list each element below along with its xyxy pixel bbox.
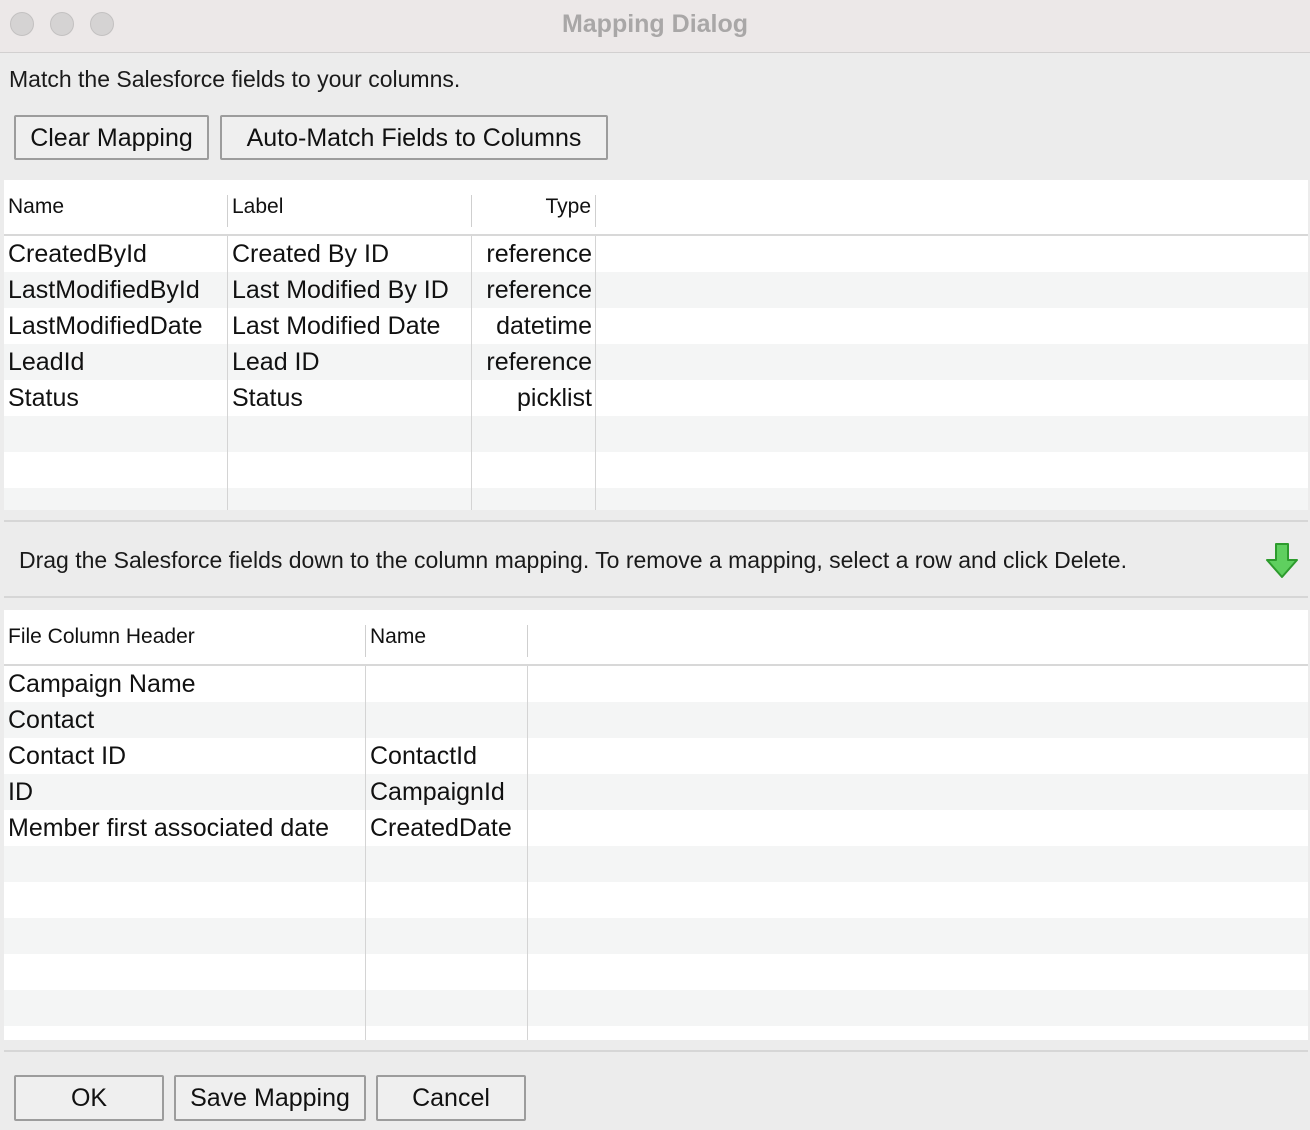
- cancel-button[interactable]: Cancel: [376, 1075, 526, 1121]
- field-row[interactable]: Status Status picklist: [4, 380, 1308, 416]
- instructions-text: Match the Salesforce fields to your colu…: [9, 66, 461, 92]
- mapped-field-cell: CampaignId: [370, 778, 505, 806]
- field-row[interactable]: [4, 452, 1308, 488]
- field-name-cell: Status: [8, 384, 79, 412]
- column-header-file-column[interactable]: File Column Header: [4, 625, 366, 657]
- field-name-cell: LeadId: [8, 348, 85, 376]
- field-row[interactable]: [4, 488, 1308, 510]
- mapped-field-cell: [366, 702, 528, 738]
- field-row[interactable]: LastModifiedById Last Modified By ID refer…: [4, 272, 1308, 308]
- column-header-label[interactable]: Label: [228, 195, 472, 227]
- field-label-cell: Last Modified Date: [232, 312, 441, 340]
- field-type-cell: datetime: [496, 312, 592, 340]
- drag-instructions-text: Drag the Salesforce fields down to the c…: [19, 547, 1127, 573]
- field-type-cell: picklist: [516, 384, 592, 412]
- field-name-cell: LastModifiedDate: [8, 312, 203, 340]
- column-divider: [227, 236, 228, 510]
- field-name-cell: LastModifiedById: [8, 276, 200, 304]
- file-column-cell: ID: [8, 778, 33, 806]
- mapping-row[interactable]: ID CampaignId: [4, 774, 1308, 810]
- mapping-row[interactable]: Campaign Name: [4, 666, 1308, 702]
- mapping-row[interactable]: [4, 954, 1308, 990]
- field-label-cell: Status: [232, 384, 303, 412]
- divider: [4, 1050, 1308, 1052]
- field-row[interactable]: LeadId Lead ID reference: [4, 344, 1308, 380]
- mapping-row[interactable]: Contact ID ContactId: [4, 738, 1308, 774]
- title-bar: Mapping Dialog: [0, 0, 1310, 53]
- auto-match-button[interactable]: Auto-Match Fields to Columns: [220, 115, 608, 160]
- salesforce-fields-table: Name Label Type CreatedById Created By ID…: [4, 180, 1308, 510]
- field-label-cell: Last Modified By ID: [232, 276, 449, 304]
- ok-button[interactable]: OK: [14, 1075, 164, 1121]
- divider: [4, 596, 1308, 598]
- mapped-field-cell: ContactId: [370, 742, 478, 770]
- mapping-row[interactable]: [4, 1026, 1308, 1040]
- field-type-cell: reference: [486, 348, 592, 376]
- field-label-cell: Created By ID: [232, 240, 390, 268]
- column-divider: [471, 236, 472, 510]
- mapped-field-cell: [366, 666, 528, 702]
- field-type-cell: reference: [486, 276, 592, 304]
- mapping-table-header: File Column Header Name: [4, 610, 1308, 666]
- fields-table-header: Name Label Type: [4, 180, 1308, 236]
- mapping-row[interactable]: Member first associated date CreatedDate: [4, 810, 1308, 846]
- clear-mapping-button[interactable]: Clear Mapping: [14, 115, 209, 160]
- column-divider: [595, 236, 596, 510]
- file-column-cell: Member first associated date: [8, 814, 329, 842]
- column-header-type[interactable]: Type: [472, 195, 596, 227]
- divider: [4, 520, 1308, 522]
- field-row[interactable]: [4, 416, 1308, 452]
- field-row[interactable]: LastModifiedDate Last Modified Date dateti…: [4, 308, 1308, 344]
- column-header-name[interactable]: Name: [4, 195, 228, 227]
- field-name-cell: CreatedById: [8, 240, 147, 268]
- field-row[interactable]: CreatedById Created By ID reference: [4, 236, 1308, 272]
- column-mapping-table: File Column Header Name Campaign Name Con…: [4, 610, 1308, 1040]
- column-divider: [527, 666, 528, 1040]
- window-title: Mapping Dialog: [561, 10, 749, 38]
- field-label-cell: Lead ID: [232, 348, 320, 376]
- mapped-field-cell: CreatedDate: [370, 814, 512, 842]
- mapping-row[interactable]: Contact: [4, 702, 1308, 738]
- field-type-cell: reference: [486, 240, 592, 268]
- save-mapping-button[interactable]: Save Mapping: [174, 1075, 366, 1121]
- mapping-table-body: Campaign Name Contact Contact ID ContactId I…: [4, 666, 1308, 1040]
- file-column-cell: Contact: [8, 706, 95, 734]
- column-divider: [365, 666, 366, 1040]
- file-column-cell: Contact ID: [8, 742, 127, 770]
- green-down-arrow-icon: [1266, 543, 1298, 578]
- column-header-mapped-name[interactable]: Name: [366, 625, 528, 657]
- file-column-cell: Campaign Name: [8, 670, 196, 698]
- mapping-row[interactable]: [4, 918, 1308, 954]
- mapping-row[interactable]: [4, 846, 1308, 882]
- mapping-row[interactable]: [4, 990, 1308, 1026]
- fields-table-body: CreatedById Created By ID reference LastMod…: [4, 236, 1308, 510]
- mapping-row[interactable]: [4, 882, 1308, 918]
